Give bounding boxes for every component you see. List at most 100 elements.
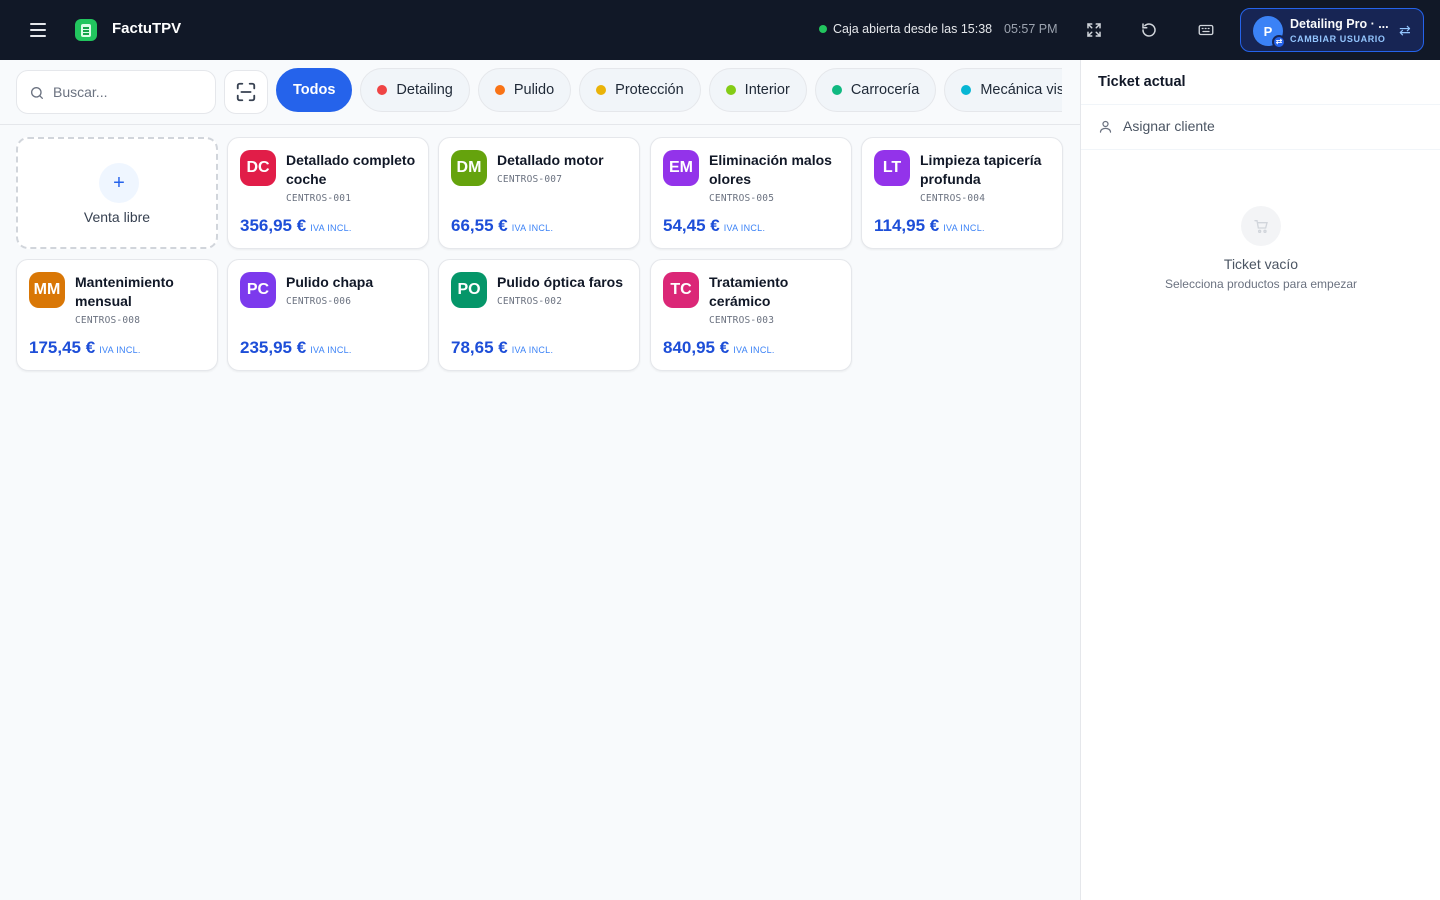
product-sku: CENTROS-006 (286, 296, 352, 307)
category-dot-icon (961, 85, 972, 95)
product-price: 175,45 € IVA INCL. (29, 338, 141, 358)
tax-included-label: IVA INCL. (99, 345, 141, 355)
keyboard-icon[interactable] (1194, 18, 1218, 42)
category-dot-icon (725, 85, 736, 95)
tax-included-label: IVA INCL. (511, 345, 554, 355)
category-chip[interactable]: Detailing (360, 68, 470, 112)
category-dot-icon (596, 85, 607, 95)
search-input[interactable] (53, 71, 213, 113)
product-name: Eliminación malos olores (709, 152, 832, 187)
product-price: 54,45 € IVA INCL. (663, 216, 765, 236)
product-card[interactable]: LT Limpieza tapicería profunda CENTROS-004… (861, 137, 1063, 249)
divider (1081, 149, 1440, 150)
tax-included-label: IVA INCL. (310, 223, 352, 233)
status-dot-icon (819, 25, 827, 33)
product-sku: CENTROS-001 (286, 193, 352, 204)
search-box (16, 70, 216, 114)
product-card[interactable]: EM Eliminación malos olores CENTROS-005 54,… (650, 137, 852, 249)
category-chip[interactable]: Todos (276, 68, 353, 112)
plus-icon: + (99, 163, 139, 203)
product-card[interactable]: PO Pulido óptica faros CENTROS-002 78,65 € I… (438, 259, 640, 371)
price-value: 114,95 € (874, 216, 940, 235)
scan-button[interactable] (224, 70, 268, 114)
divider (0, 124, 1080, 125)
product-price: 66,55 € IVA INCL. (451, 216, 553, 236)
product-initials-badge: TC (663, 272, 699, 308)
product-name: Pulido chapa (286, 274, 374, 290)
user-name: Detailing Pro · ... (1290, 17, 1389, 31)
product-sku: CENTROS-005 (709, 193, 775, 204)
category-chip[interactable]: Interior (708, 68, 807, 112)
search-icon (31, 87, 43, 99)
product-card[interactable]: DM Detallado motor CENTROS-007 66,55 € IVA I… (438, 137, 640, 249)
product-price: 78,65 € IVA INCL. (451, 338, 553, 358)
avatar: P ⇄ (1253, 16, 1286, 49)
price-value: 175,45 € (29, 338, 96, 357)
assign-client-button[interactable]: Asignar cliente (1098, 118, 1215, 134)
category-dot-icon (831, 85, 842, 95)
refresh-icon[interactable] (1137, 18, 1161, 42)
ticket-panel: Ticket actual Asignar cliente Ticket vac… (1080, 60, 1440, 900)
product-name: Tratamiento cerámico (709, 274, 789, 309)
category-chip[interactable]: Pulido (477, 68, 572, 112)
avatar-initial: P (1263, 23, 1273, 39)
product-sku: CENTROS-008 (75, 315, 141, 326)
product-initials-badge: LT (874, 150, 910, 186)
product-card[interactable]: MM Mantenimiento mensual CENTROS-008 175,45… (16, 259, 218, 371)
category-label: Interior (744, 82, 790, 98)
product-name: Detallado completo coche (286, 152, 416, 187)
ticket-title: Ticket actual (1098, 74, 1186, 90)
price-value: 356,95 € (240, 216, 307, 235)
price-value: 66,55 € (451, 216, 508, 235)
tax-included-label: IVA INCL. (943, 223, 985, 233)
product-initials-badge: PO (451, 272, 487, 308)
app-title: FactuTPV (112, 20, 182, 37)
product-card[interactable]: PC Pulido chapa CENTROS-006 235,95 € IVA INC… (227, 259, 429, 371)
product-initials-badge: DM (451, 150, 487, 186)
product-card[interactable]: DC Detallado completo coche CENTROS-001 356… (227, 137, 429, 249)
category-chip[interactable]: Mecánica visual (944, 68, 1062, 112)
tax-included-label: IVA INCL. (511, 223, 554, 233)
switch-user-label: CAMBIAR USUARIO (1290, 34, 1386, 44)
product-price: 840,95 € IVA INCL. (663, 338, 775, 358)
menu-icon[interactable] (26, 18, 50, 42)
fullscreen-icon[interactable] (1082, 18, 1106, 42)
product-sku: CENTROS-004 (920, 193, 986, 204)
free-sale-card[interactable]: + Venta libre (16, 137, 218, 249)
category-label: Mecánica visual (980, 82, 1062, 98)
product-sku: CENTROS-002 (497, 296, 563, 307)
product-card[interactable]: TC Tratamiento cerámico CENTROS-003 840,95 … (650, 259, 852, 371)
category-label: Carrocería (850, 82, 920, 98)
free-sale-label: Venta libre (83, 209, 151, 225)
category-dot-icon (377, 85, 388, 95)
empty-ticket-title: Ticket vacío (1223, 256, 1299, 272)
empty-ticket-hint: Selecciona productos para empezar (1164, 277, 1358, 291)
divider (1081, 104, 1440, 105)
product-sku: CENTROS-003 (709, 315, 775, 326)
category-label: Pulido (513, 82, 555, 98)
product-name: Detallado motor (497, 152, 604, 168)
price-value: 78,65 € (451, 338, 508, 357)
product-price: 235,95 € IVA INCL. (240, 338, 352, 358)
swap-badge-icon: ⇄ (1272, 35, 1286, 49)
switch-user-button[interactable]: P ⇄ Detailing Pro · ... CAMBIAR USUARIO … (1240, 8, 1424, 52)
price-value: 54,45 € (663, 216, 720, 235)
category-label: Todos (293, 82, 336, 98)
register-status: Caja abierta desde las 15:38 (819, 22, 992, 36)
product-sku: CENTROS-007 (497, 174, 563, 185)
product-price: 356,95 € IVA INCL. (240, 216, 352, 236)
category-dot-icon (494, 85, 505, 95)
register-status-text: Caja abierta desde las 15:38 (833, 22, 993, 36)
top-bar: FactuTPV Caja abierta desde las 15:38 05… (0, 0, 1440, 60)
tax-included-label: IVA INCL. (733, 345, 775, 355)
category-chip[interactable]: Carrocería (814, 68, 937, 112)
category-label: Protección (615, 82, 684, 98)
app-logo-icon (75, 19, 97, 41)
product-name: Pulido óptica faros (497, 274, 624, 290)
category-label: Detailing (396, 82, 453, 98)
category-chip[interactable]: Protección (579, 68, 701, 112)
product-price: 114,95 € IVA INCL. (874, 216, 985, 236)
barcode-scan-icon (236, 82, 256, 102)
clock: 05:57 PM (1004, 22, 1058, 36)
product-initials-badge: EM (663, 150, 699, 186)
